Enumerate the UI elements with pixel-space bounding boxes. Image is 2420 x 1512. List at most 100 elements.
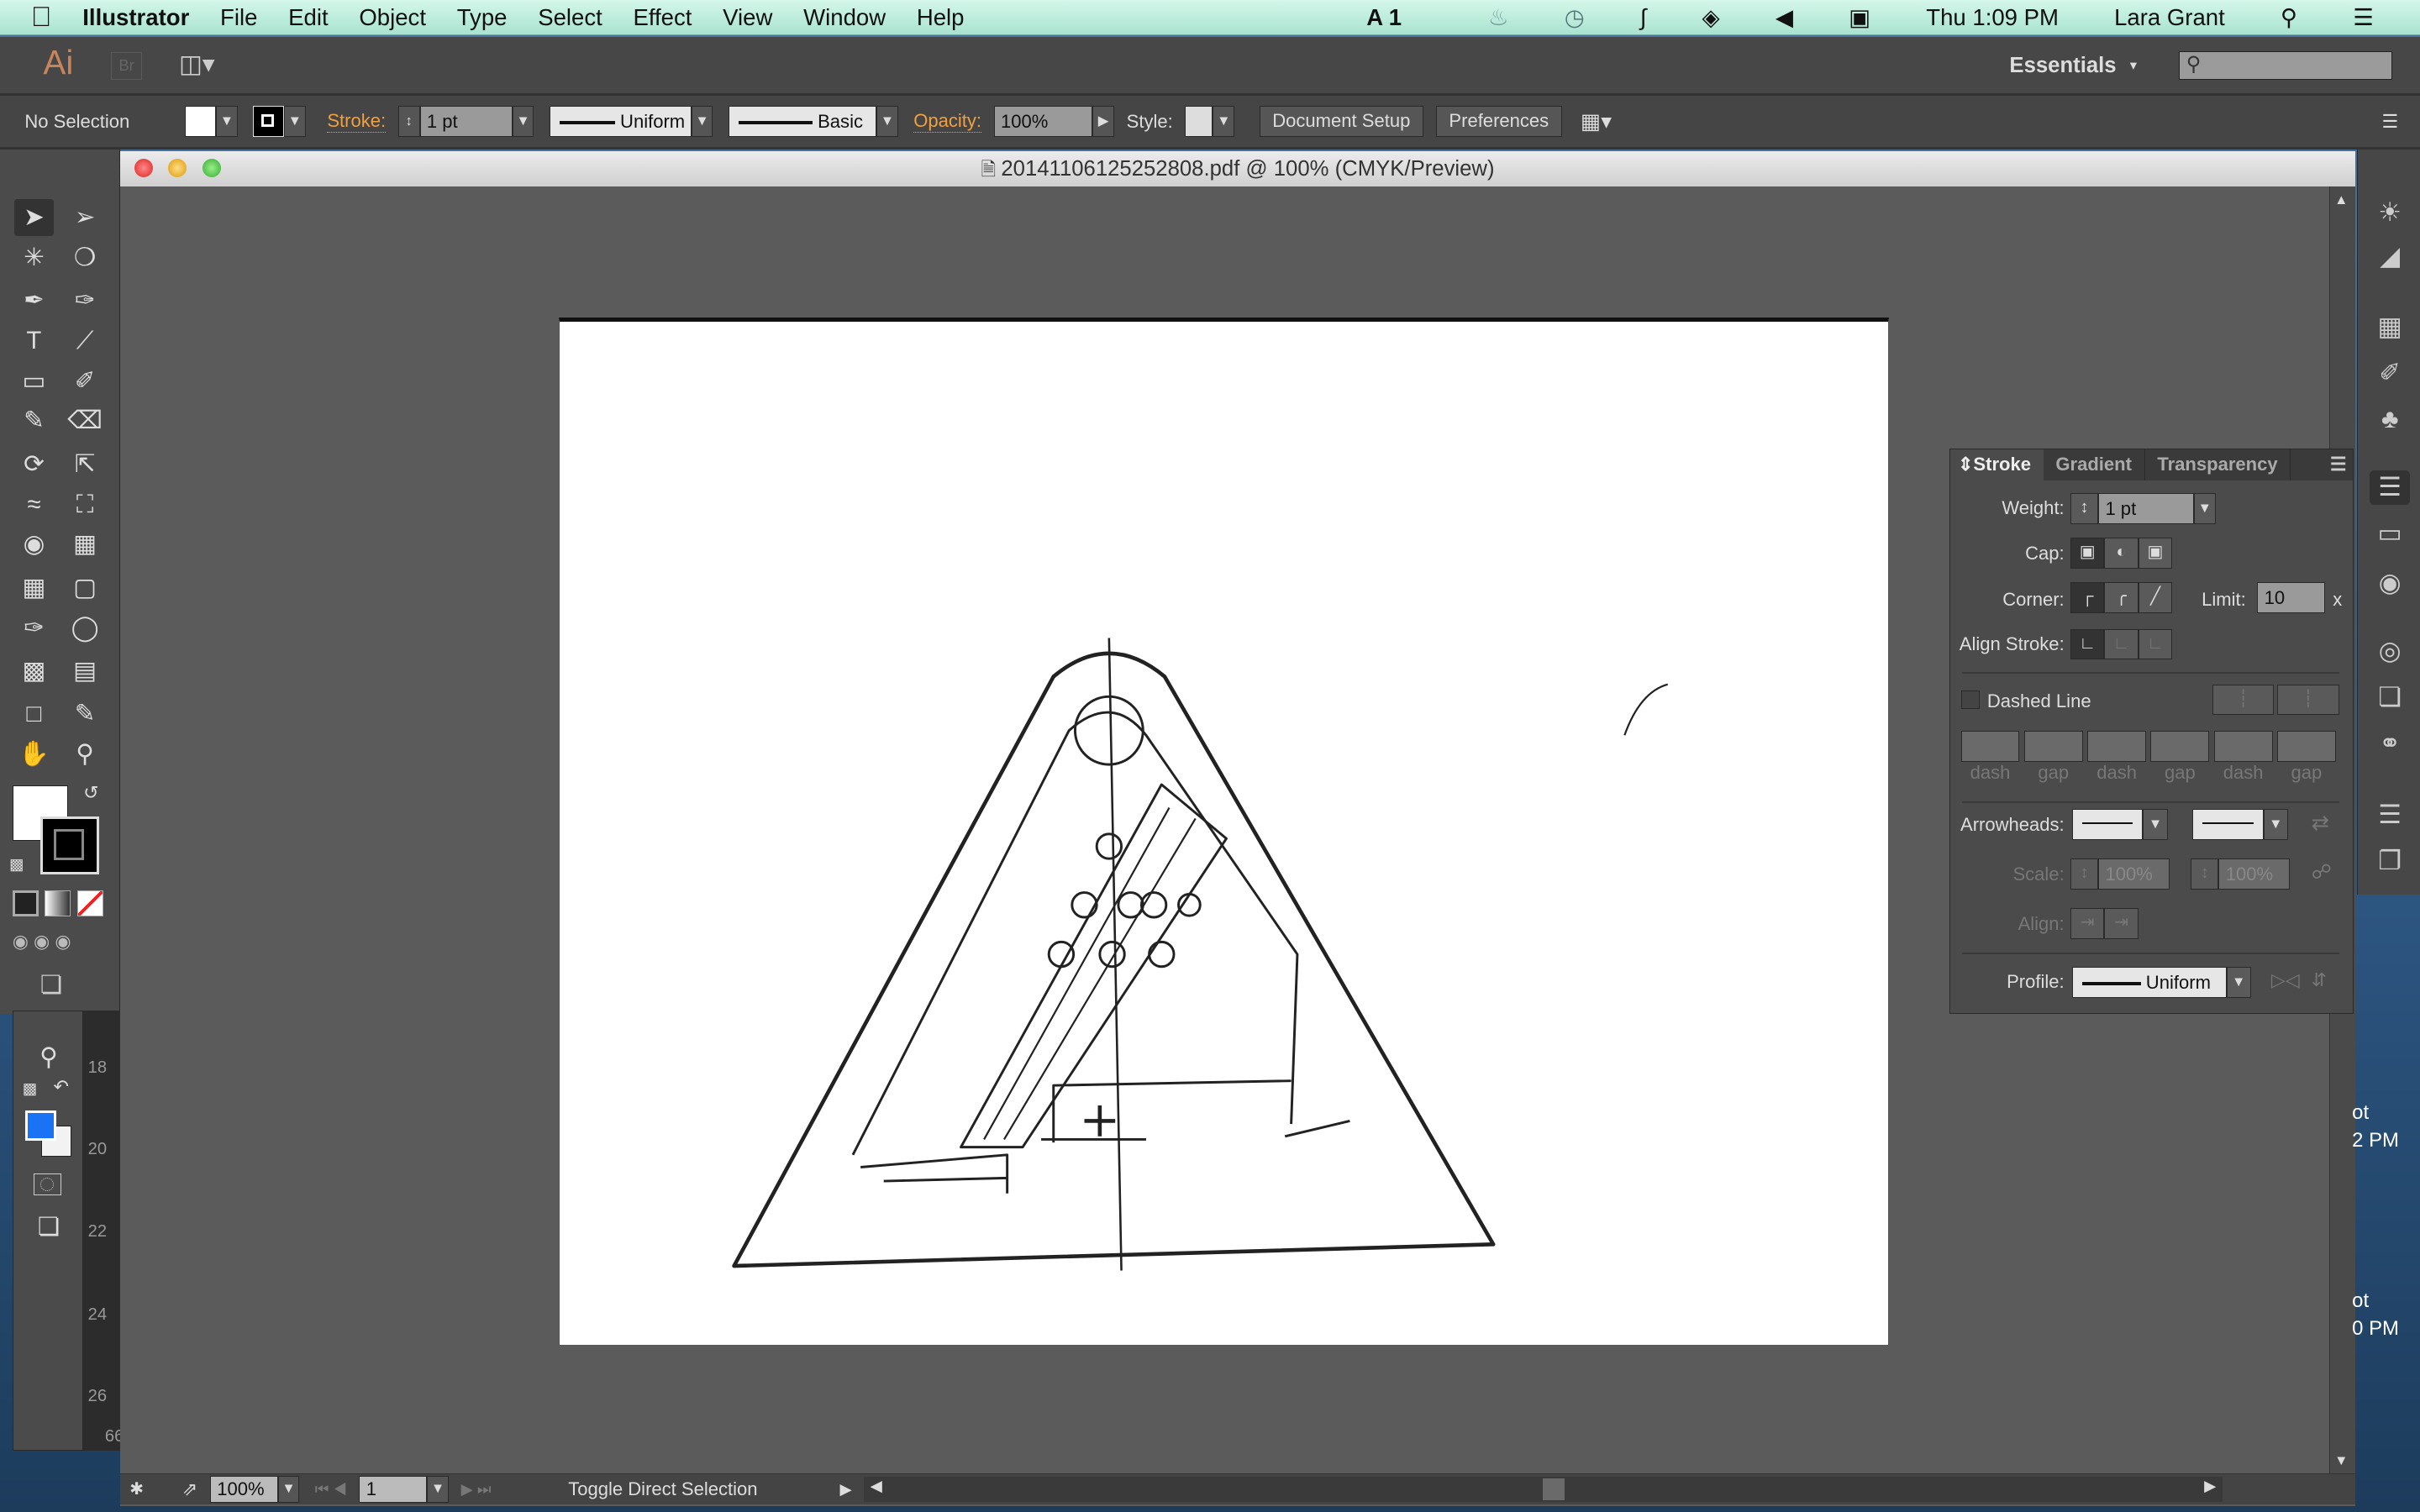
panel-menu-icon[interactable]: ☰ bbox=[2330, 449, 2347, 480]
horizontal-scrollbar[interactable]: ◀ ▶ bbox=[864, 1477, 2223, 1502]
blend-tool-icon[interactable]: ◯ bbox=[65, 610, 105, 647]
battery-icon[interactable]: ▣ bbox=[1849, 4, 1870, 31]
help-search-input[interactable]: ⚲ bbox=[2179, 50, 2392, 81]
miter-join-icon[interactable]: ┌ bbox=[2070, 582, 2105, 614]
volume-icon[interactable]: ◀ bbox=[1776, 4, 1793, 31]
stroke-swatch[interactable] bbox=[253, 106, 284, 137]
spotlight-icon[interactable]: ⚲ bbox=[2281, 4, 2297, 31]
menu-app[interactable]: Illustrator bbox=[82, 4, 189, 31]
link-scale-icon[interactable]: ☍ bbox=[2312, 860, 2332, 885]
selection-tool-icon[interactable]: ➤ bbox=[13, 198, 55, 236]
paintbrush-tool-icon[interactable]: ✐ bbox=[65, 363, 105, 400]
arrow-tip-at-end-icon[interactable]: ⇥ bbox=[2104, 907, 2139, 939]
preserve-dash-icon[interactable]: ┆ bbox=[2212, 684, 2275, 716]
round-cap-icon[interactable]: ◐ bbox=[2104, 538, 2139, 569]
wifi-icon[interactable]: ◈ bbox=[1702, 4, 1720, 31]
fill-swatch[interactable] bbox=[185, 106, 217, 137]
bluetooth-icon[interactable]: ∫ bbox=[1640, 4, 1647, 31]
pen-tool-icon[interactable]: ✒ bbox=[14, 282, 55, 319]
artboards-icon[interactable]: ❐ bbox=[2373, 844, 2407, 878]
time-machine-icon[interactable]: ◷ bbox=[1565, 4, 1585, 31]
rectangle-tool-icon[interactable]: ▭ bbox=[14, 363, 55, 400]
start-arrowhead-select[interactable] bbox=[2071, 809, 2144, 841]
weight-dropdown-icon[interactable]: ▼ bbox=[2193, 492, 2216, 524]
stroke-panel-icon[interactable]: ☰ bbox=[2370, 470, 2411, 505]
zoom-level-input[interactable]: 100% bbox=[209, 1476, 278, 1503]
align-outside-icon[interactable]: ∟ bbox=[2138, 628, 2173, 660]
accent-fill-swatch[interactable] bbox=[25, 1110, 57, 1142]
profile-select[interactable]: Uniform bbox=[2071, 966, 2227, 998]
vertical-ruler[interactable]: 18 20 22 24 26 66 bbox=[83, 1011, 124, 1451]
document-setup-button[interactable]: Document Setup bbox=[1259, 106, 1424, 137]
lasso-tool-icon[interactable]: ❍ bbox=[65, 239, 105, 276]
graphic-styles-icon[interactable]: ❏ bbox=[2373, 680, 2407, 714]
profile-dropdown-icon[interactable]: ▼ bbox=[691, 106, 713, 137]
tab-stroke[interactable]: ⇕Stroke bbox=[1949, 449, 2044, 481]
zoom-tool-icon[interactable]: ⚲ bbox=[65, 736, 105, 773]
symbols-icon[interactable]: ♣ bbox=[2373, 402, 2407, 436]
perspective-grid-tool-icon[interactable]: ▦ bbox=[65, 526, 105, 563]
hand-tool-icon[interactable]: ✋ bbox=[14, 736, 55, 773]
color-icon[interactable]: ◢ bbox=[2373, 239, 2407, 273]
free-transform-tool-icon[interactable]: ⛶ bbox=[65, 486, 105, 523]
align-dash-icon[interactable]: ┆ bbox=[2277, 684, 2339, 716]
draw-mode-icon[interactable] bbox=[33, 1173, 61, 1195]
menu-type[interactable]: Type bbox=[457, 4, 508, 31]
zoom-icon[interactable]: ⚲ bbox=[29, 1039, 69, 1076]
stroke-weight-dropdown-icon[interactable]: ▼ bbox=[512, 106, 534, 137]
start-scale-stepper[interactable]: ↕ bbox=[2070, 858, 2099, 890]
scale-tool-icon[interactable]: ⇱ bbox=[65, 446, 105, 483]
line-tool-icon[interactable]: ⟋ bbox=[65, 323, 105, 360]
rotate-tool-icon[interactable]: ⟳ bbox=[14, 446, 55, 483]
brushes-icon[interactable]: ✐ bbox=[2373, 356, 2407, 390]
arrow-tip-beyond-icon[interactable]: ⇥ bbox=[2070, 907, 2105, 939]
scroll-right-icon[interactable]: ▶ bbox=[2204, 1477, 2216, 1495]
preferences-button[interactable]: Preferences bbox=[1435, 106, 1562, 137]
start-scale-input[interactable]: 100% bbox=[2098, 858, 2170, 890]
workspace-dropdown-icon[interactable]: ▾ bbox=[2130, 57, 2137, 74]
default-colors-icon[interactable]: ▩ bbox=[9, 855, 24, 874]
next-artboard-icon[interactable]: ▶ ⏭ bbox=[461, 1480, 492, 1499]
scroll-up-icon[interactable]: ▲ bbox=[2334, 192, 2348, 208]
artboard-number-input[interactable]: 1 bbox=[359, 1476, 428, 1503]
none-mode-icon[interactable] bbox=[76, 890, 104, 916]
symbol-sprayer-tool-icon[interactable]: ▩ bbox=[14, 653, 55, 690]
dash-input[interactable] bbox=[2213, 730, 2273, 762]
menu-window[interactable]: Window bbox=[803, 4, 886, 31]
eyedropper-tool-icon[interactable]: ✑ bbox=[14, 610, 55, 647]
gap-input[interactable] bbox=[2277, 730, 2336, 762]
swap-colors-icon[interactable]: ↶ bbox=[53, 1076, 68, 1098]
fill-dropdown-icon[interactable]: ▼ bbox=[216, 106, 238, 137]
swap-arrowheads-icon[interactable]: ⇄ bbox=[2312, 811, 2330, 836]
drawing-modes-icon[interactable]: ◉ ◉ ◉ bbox=[13, 931, 112, 958]
shape-builder-tool-icon[interactable]: ◉ bbox=[14, 526, 55, 563]
gradient-panel-icon[interactable]: ▭ bbox=[2373, 517, 2407, 550]
scroll-left-icon[interactable]: ◀ bbox=[871, 1477, 882, 1495]
projecting-cap-icon[interactable]: ▣ bbox=[2138, 538, 2173, 569]
default-colors-icon[interactable]: ▩ bbox=[23, 1079, 37, 1098]
gpu-preview-icon[interactable]: ✱ bbox=[129, 1478, 163, 1499]
brush-definition[interactable]: Basic bbox=[728, 106, 877, 137]
butt-cap-icon[interactable]: ▣ bbox=[2070, 538, 2105, 569]
eraser-tool-icon[interactable]: ⌫ bbox=[65, 402, 105, 439]
weight-stepper[interactable]: ↕ bbox=[2070, 492, 2099, 524]
user-name[interactable]: Lara Grant bbox=[2114, 4, 2225, 31]
layers-icon[interactable]: ☰ bbox=[2373, 798, 2407, 832]
gap-input[interactable] bbox=[2023, 730, 2083, 762]
start-arrowhead-dropdown-icon[interactable]: ▼ bbox=[2143, 809, 2168, 841]
control-panel-menu-icon[interactable]: ☰ bbox=[2382, 111, 2399, 133]
swap-fill-stroke-icon[interactable]: ↺ bbox=[83, 782, 98, 804]
menu-select[interactable]: Select bbox=[538, 4, 602, 31]
scroll-thumb[interactable] bbox=[1543, 1478, 1565, 1500]
stroke-weight-input[interactable]: 1 pt bbox=[419, 106, 513, 137]
adobe-icon[interactable]: A 1 bbox=[1366, 4, 1433, 31]
appearance-icon[interactable]: ◎ bbox=[2373, 634, 2407, 668]
artboard-tool-icon[interactable]: □ bbox=[14, 696, 55, 732]
menu-edit[interactable]: Edit bbox=[288, 4, 328, 31]
gradient-mode-icon[interactable] bbox=[45, 890, 71, 916]
flip-along-icon[interactable]: ▷◁ bbox=[2271, 969, 2300, 991]
round-join-icon[interactable]: ╭ bbox=[2104, 582, 2139, 614]
color-mode-icon[interactable] bbox=[12, 890, 39, 916]
document-title-bar[interactable]: 🗎 20141106125252808.pdf @ 100% (CMYK/Pre… bbox=[120, 150, 2355, 187]
variable-width-profile[interactable]: Uniform bbox=[549, 106, 692, 137]
